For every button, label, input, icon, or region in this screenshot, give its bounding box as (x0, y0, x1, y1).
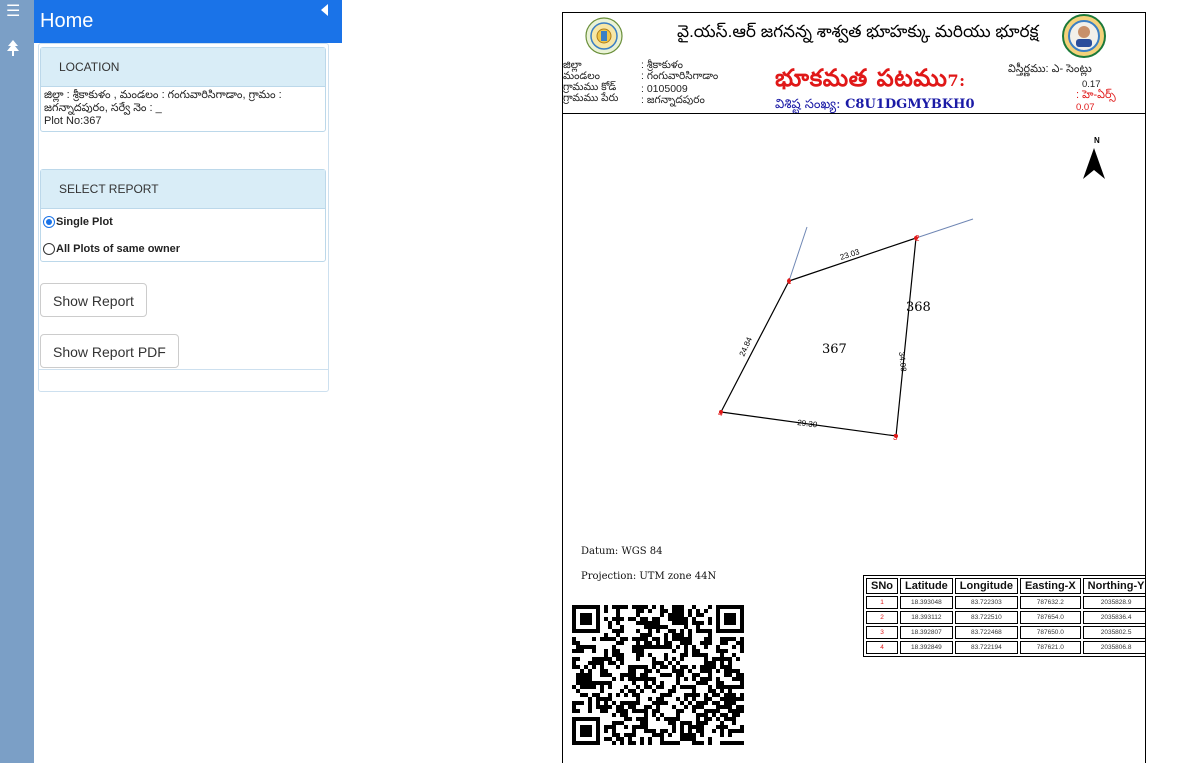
cell-latitude: 18.393048 (900, 596, 953, 609)
col-easting: Easting-X (1019, 578, 1081, 594)
document-title: వై.యస్.ఆర్ జగనన్న శాశ్వత భూహక్కు మరియు భ… (677, 22, 1039, 41)
meta-key-village-name: గ్రామము పేరు (563, 92, 619, 104)
home-header: Home (34, 0, 342, 43)
cell-sno: 1 (866, 596, 898, 609)
meta-value-mandal: : గంగువారిసిగాడాం (641, 70, 719, 82)
plot-map: N 23.03 34.08 29.30 24.84 367 368 1 2 3 … (718, 136, 1105, 442)
cell-longitude: 83.722468 (954, 626, 1018, 639)
radio-single-plot-control[interactable] (43, 216, 55, 228)
vertex-4: 4 (718, 409, 723, 418)
side-panel: LOCATION జిల్లా : శ్రీకాకుళం , మండలం : గ… (38, 43, 329, 392)
col-longitude: Longitude (954, 578, 1018, 594)
collapse-left-icon[interactable] (321, 4, 328, 16)
left-rail: ☰ (0, 0, 34, 763)
cell-easting: 787654.0 (1019, 611, 1081, 624)
table-row: 2 18.393112 83.722510 787654.0 2035836.4 (866, 611, 1145, 624)
menu-icon[interactable]: ☰ (6, 4, 20, 20)
ap-seal-icon (585, 17, 623, 55)
table-row: 3 18.392807 83.722468 787650.0 2035802.5 (866, 626, 1145, 639)
cell-sno: 3 (866, 626, 898, 639)
radio-all-plots-label: All Plots of same owner (56, 243, 181, 255)
table-row: 1 18.393048 83.722303 787632.2 2035828.9 (866, 596, 1145, 609)
cell-latitude: 18.393112 (900, 611, 953, 624)
extent-label: విస్తీర్ణము: ఎ- సెంట్లు (1008, 63, 1092, 75)
col-northing: Northing-Y (1082, 578, 1145, 594)
cell-easting: 787632.2 (1019, 596, 1081, 609)
select-report-card: SELECT REPORT Single Plot All Plots of s… (40, 169, 326, 262)
cell-easting: 787650.0 (1019, 626, 1081, 639)
location-line-1: జిల్లా : శ్రీకాకుళం , మండలం : గంగువారిసి… (44, 89, 282, 101)
col-sno: SNo (866, 578, 898, 594)
meta-value-village-name: : జగన్నాదపురం (641, 94, 705, 106)
qr-code[interactable] (572, 605, 744, 745)
location-card: LOCATION జిల్లా : శ్రీకాకుళం , మండలం : గ… (40, 47, 326, 132)
cell-sno: 2 (866, 611, 898, 624)
cell-longitude: 83.722303 (954, 596, 1018, 609)
neighbor-plot-label: 368 (906, 300, 931, 315)
location-line-2: జగన్నాదపురం, సర్వే నెం : _ (44, 102, 162, 114)
select-report-heading: SELECT REPORT (41, 170, 325, 209)
scheme-logo-icon (1062, 14, 1106, 58)
cell-longitude: 83.722510 (954, 611, 1018, 624)
cell-northing: 2035828.9 (1082, 596, 1145, 609)
cell-northing: 2035802.5 (1082, 626, 1145, 639)
cell-northing: 2035806.8 (1082, 641, 1145, 654)
vertex-1: 1 (787, 277, 792, 286)
cell-latitude: 18.392807 (900, 626, 953, 639)
land-map-document: వై.యస్.ఆర్ జగనన్న శాశ్వత భూహక్కు మరియు భ… (562, 12, 1146, 763)
page-title: Home (40, 10, 94, 32)
north-label: N (1094, 136, 1100, 145)
neighbor-line-2 (915, 218, 974, 239)
datum-text: Datum: WGS 84 (581, 546, 663, 557)
edge-length-3: 29.30 (797, 418, 819, 429)
cell-longitude: 83.722194 (954, 641, 1018, 654)
vertex-2: 2 (915, 234, 920, 243)
tree-icon[interactable] (7, 40, 19, 56)
radio-all-plots[interactable]: All Plots of same owner (43, 240, 325, 258)
cell-easting: 787621.0 (1019, 641, 1081, 654)
neighbor-line-1 (788, 226, 808, 282)
cell-sno: 4 (866, 641, 898, 654)
col-latitude: Latitude (900, 578, 953, 594)
location-heading: LOCATION (41, 48, 325, 87)
plot-label: 367 (822, 342, 847, 357)
cell-northing: 2035836.4 (1082, 611, 1145, 624)
radio-single-plot[interactable]: Single Plot (43, 213, 325, 231)
table-row: 4 18.392849 83.722194 787621.0 2035806.8 (866, 641, 1145, 654)
radio-all-plots-control[interactable] (43, 243, 55, 255)
coordinates-table: SNo Latitude Longitude Easting-X Northin… (863, 575, 1145, 657)
radio-single-plot-label: Single Plot (56, 216, 113, 228)
edge-length-1: 23.03 (839, 247, 861, 262)
projection-text: Projection: UTM zone 44N (581, 571, 717, 582)
vertex-3: 3 (893, 433, 898, 442)
show-report-pdf-button[interactable]: Show Report PDF (40, 334, 179, 368)
edge-length-4: 24.84 (738, 335, 755, 357)
land-map-title: భూకమత పటము7: (775, 63, 966, 92)
show-report-button[interactable]: Show Report (40, 283, 147, 317)
cell-latitude: 18.392849 (900, 641, 953, 654)
panel-divider (39, 369, 328, 370)
plot-number: Plot No:367 (44, 115, 102, 127)
north-arrow-icon (1083, 148, 1105, 179)
edge-length-2: 34.08 (897, 351, 908, 372)
extent-hectare-value: 0.07 (1076, 102, 1095, 113)
plot-boundary (720, 237, 917, 437)
